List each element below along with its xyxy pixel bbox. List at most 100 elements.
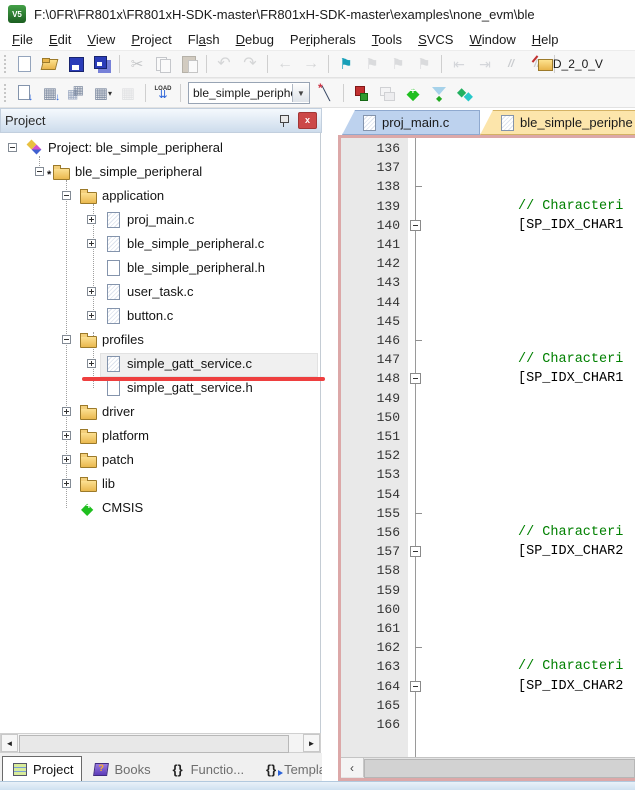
view-tab-functio[interactable]: {}Functio... [161, 757, 252, 781]
expand-toggle[interactable] [35, 167, 44, 176]
pack-installer-button[interactable] [453, 81, 477, 105]
save-button[interactable] [64, 52, 88, 76]
tree-item-platform[interactable]: platform [0, 424, 320, 448]
insert-bookmark-button[interactable]: ⚑ [334, 52, 358, 76]
tree-item-button-c[interactable]: button.c [0, 304, 320, 328]
tree-item-profiles[interactable]: profiles [0, 328, 320, 352]
menu-peripherals[interactable]: Peripherals [282, 31, 364, 48]
build-button[interactable] [38, 81, 62, 105]
tree-item-project-ble-simple-peripheral[interactable]: Project: ble_simple_peripheral [0, 136, 320, 160]
fold-collapse-toggle[interactable] [410, 546, 421, 557]
undo-button[interactable]: ↶ [212, 52, 236, 76]
pin-icon[interactable] [279, 114, 290, 127]
menu-project[interactable]: Project [123, 31, 179, 48]
folder-icon [80, 475, 98, 492]
fold-collapse-toggle[interactable] [410, 220, 421, 231]
expand-toggle[interactable] [62, 479, 71, 488]
copy-button[interactable] [151, 52, 175, 76]
scroll-left-button[interactable]: ‹ [341, 758, 364, 777]
combo-dropdown-button[interactable]: ▼ [292, 84, 309, 102]
navigate-back-button[interactable]: ← [273, 52, 297, 76]
new-file-button[interactable] [12, 52, 36, 76]
select-target-combo[interactable]: ble_simple_periphera▼ [188, 82, 310, 104]
tree-item-label: simple_gatt_service.c [127, 356, 252, 371]
menu-debug[interactable]: Debug [228, 31, 282, 48]
navigate-forward-button[interactable]: → [299, 52, 323, 76]
app-icon [8, 5, 26, 23]
expand-toggle[interactable] [87, 359, 96, 368]
menu-flash[interactable]: Flash [180, 31, 228, 48]
fold-collapse-toggle[interactable] [410, 373, 421, 384]
scrollbar-thumb[interactable] [19, 735, 289, 753]
options-for-target-button[interactable] [314, 81, 338, 105]
redo-button[interactable]: ↷ [238, 52, 262, 76]
expand-toggle[interactable] [62, 431, 71, 440]
menu-tools[interactable]: Tools [364, 31, 410, 48]
clear-all-bookmarks-button[interactable]: ⚑ [412, 52, 436, 76]
expand-toggle[interactable] [87, 239, 96, 248]
toolbar-grip[interactable] [3, 83, 8, 103]
scroll-left-button[interactable]: ◄ [1, 734, 18, 752]
expand-toggle[interactable] [87, 311, 96, 320]
tree-item-lib[interactable]: lib [0, 472, 320, 496]
menu-window[interactable]: Window [461, 31, 523, 48]
project-tree[interactable]: Project: ble_simple_peripheral*ble_simpl… [0, 133, 321, 733]
expand-toggle[interactable] [62, 407, 71, 416]
editor-hscrollbar[interactable]: ‹ [341, 757, 635, 778]
next-bookmark-button[interactable]: ⚑ [386, 52, 410, 76]
code-editor[interactable]: // Characteri[SP_IDX_CHAR1// Characteri[… [423, 138, 635, 758]
menu-file[interactable]: File [4, 31, 41, 48]
expand-toggle[interactable] [87, 215, 96, 224]
tree-item-simple-gatt-service-c[interactable]: simple_gatt_service.c [0, 352, 320, 376]
manage-run-time-environment-button[interactable] [401, 81, 425, 105]
rebuild-all-button[interactable] [64, 81, 88, 105]
expand-toggle[interactable] [62, 335, 71, 344]
tree-item-ble-simple-peripheral-h[interactable]: ble_simple_peripheral.h [0, 256, 320, 280]
save-all-button[interactable] [90, 52, 114, 76]
project-tree-hscrollbar[interactable]: ◄ ► [0, 733, 321, 753]
lvd-tool-button[interactable]: LVD_2_0_V [560, 52, 584, 76]
stop-build-button[interactable] [116, 81, 140, 105]
tree-item-ble-simple-peripheral[interactable]: *ble_simple_peripheral [0, 160, 320, 184]
menu-edit[interactable]: Edit [41, 31, 79, 48]
open-file-button[interactable] [38, 52, 62, 76]
tree-item-label: ble_simple_peripheral.h [127, 260, 265, 275]
expand-toggle[interactable] [62, 455, 71, 464]
manage-project-items-button[interactable] [349, 81, 373, 105]
tree-item-cmsis[interactable]: CMSIS [0, 496, 320, 520]
multi-project-workspace-button[interactable] [375, 81, 399, 105]
panel-close-button[interactable]: x [298, 112, 317, 129]
unindent-button[interactable]: ⇤ [447, 52, 471, 76]
translate-button[interactable] [12, 81, 36, 105]
toolbar-grip[interactable] [3, 54, 8, 74]
comment-selection-button[interactable]: // [499, 52, 523, 76]
download-button[interactable] [151, 81, 175, 105]
menu-view[interactable]: View [79, 31, 123, 48]
select-software-packs-button[interactable] [427, 81, 451, 105]
previous-bookmark-button[interactable]: ⚑ [360, 52, 384, 76]
tree-item-proj-main-c[interactable]: proj_main.c [0, 208, 320, 232]
panel-splitter[interactable] [322, 108, 330, 781]
tree-item-driver[interactable]: driver [0, 400, 320, 424]
paste-button[interactable] [177, 52, 201, 76]
fold-collapse-toggle[interactable] [410, 681, 421, 692]
menu-help[interactable]: Help [524, 31, 567, 48]
expand-toggle[interactable] [87, 287, 96, 296]
menu-svcs[interactable]: SVCS [410, 31, 461, 48]
tree-item-user-task-c[interactable]: user_task.c [0, 280, 320, 304]
view-tab-books[interactable]: Books [84, 757, 158, 781]
expand-toggle[interactable] [62, 191, 71, 200]
batch-build-button[interactable]: ▾ [90, 81, 114, 105]
scrollbar-thumb[interactable] [364, 759, 635, 778]
indent-button[interactable]: ⇥ [473, 52, 497, 76]
expand-toggle[interactable] [8, 143, 17, 152]
tree-item-ble-simple-peripheral-c[interactable]: ble_simple_peripheral.c [0, 232, 320, 256]
document-tab-ble-simple-periphe[interactable]: ble_simple_periphe [480, 110, 635, 135]
document-tab-proj-main-c[interactable]: proj_main.c [342, 110, 480, 135]
view-tab-project[interactable]: Project [2, 756, 82, 781]
scroll-right-button[interactable]: ► [303, 734, 320, 752]
next-bookmark-icon: ⚑ [389, 55, 407, 73]
tree-item-patch[interactable]: patch [0, 448, 320, 472]
tree-item-application[interactable]: application [0, 184, 320, 208]
cut-button[interactable]: ✂ [125, 52, 149, 76]
